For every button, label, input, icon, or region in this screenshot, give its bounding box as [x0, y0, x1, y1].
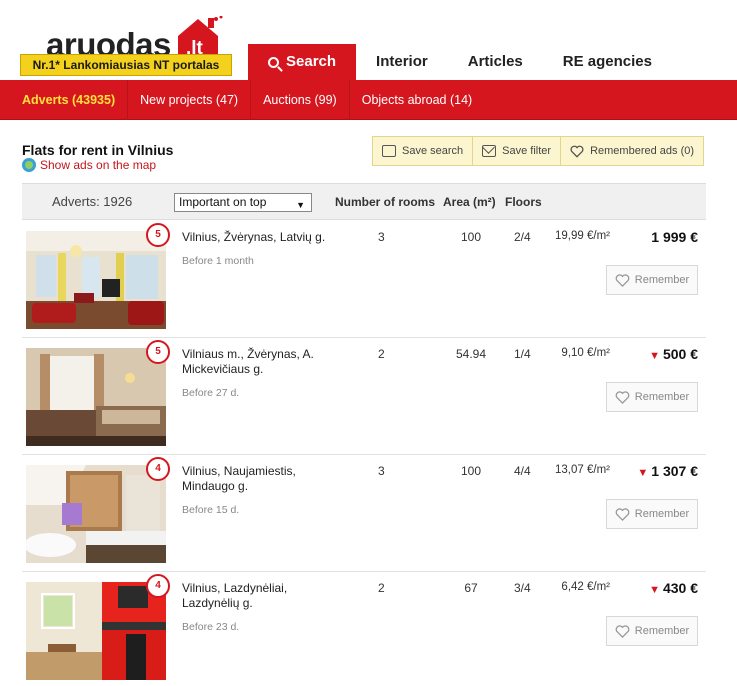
listing-price-value: 1 307 €: [651, 463, 698, 479]
subnav-objects-abroad[interactable]: Objects abroad (14): [350, 80, 484, 120]
nav-re-agencies[interactable]: RE agencies: [543, 44, 672, 80]
listing-price-per-m2: 13,07 €/m²: [555, 464, 610, 476]
listing-age: Before 15 d.: [182, 504, 240, 516]
listing-address[interactable]: Vilnius, Žvėrynas, Latvių g.: [182, 230, 332, 245]
listing-price: ▼ 1 307 €: [637, 463, 698, 479]
globe-icon: [22, 158, 36, 172]
remember-button[interactable]: Remember: [606, 499, 698, 529]
search-tools: Save search Save filter Remembered ads (…: [372, 136, 705, 166]
col-floors-header[interactable]: Floors: [505, 195, 542, 209]
save-filter-label: Save filter: [502, 145, 552, 157]
remember-label: Remember: [634, 391, 690, 403]
nav-articles[interactable]: Articles: [448, 44, 543, 80]
price-down-arrow-icon: ▼: [649, 350, 660, 362]
listing-photo-bedroom[interactable]: [26, 348, 166, 446]
listing-floor: 3/4: [514, 581, 531, 595]
search-icon: [268, 56, 279, 68]
show-map-label: Show ads on the map: [40, 158, 157, 172]
listing-area: 100: [460, 230, 482, 244]
col-rooms-header[interactable]: Number of rooms: [335, 195, 435, 209]
dropdown-arrow-icon: ▼: [296, 200, 305, 210]
listing-price-per-m2: 6,42 €/m²: [561, 581, 610, 593]
listing-floor: 4/4: [514, 464, 531, 478]
remember-label: Remember: [634, 625, 690, 637]
envelope-icon: [482, 145, 497, 157]
remember-button[interactable]: Remember: [606, 265, 698, 295]
listing-rooms: 3: [378, 230, 385, 244]
rating-badge: 5: [146, 340, 170, 364]
nav-interior[interactable]: Interior: [356, 44, 448, 80]
heart-icon: [615, 390, 630, 404]
listing-rooms: 2: [378, 581, 385, 595]
listing-row[interactable]: 4 Vilnius, Naujamiestis, Mindaugo g. Bef…: [22, 455, 706, 572]
listing-age: Before 27 d.: [182, 387, 240, 399]
rating-badge: 4: [146, 457, 170, 481]
save-search-button[interactable]: Save search: [372, 136, 474, 166]
listing-price: ▼ 500 €: [649, 346, 698, 362]
list-header: Adverts: 1926 Important on top ▼ Number …: [22, 183, 706, 220]
listing-address[interactable]: Vilnius, Naujamiestis, Mindaugo g.: [182, 464, 332, 494]
subnav-new-projects[interactable]: New projects (47): [128, 79, 252, 120]
listing-address[interactable]: Vilnius, Lazdynėliai, Lazdynėlių g.: [182, 581, 332, 611]
listing-rooms: 2: [378, 347, 385, 361]
site-logo[interactable]: aruodas .lt Nr.1* Lankomiausias NT porta…: [20, 4, 235, 78]
listing-price-per-m2: 19,99 €/m²: [555, 230, 610, 242]
sort-select[interactable]: Important on top ▼: [174, 193, 312, 212]
listing-price: 1 999 €: [651, 229, 698, 245]
listing-area: 67: [464, 581, 478, 595]
listing-rooms: 3: [378, 464, 385, 478]
listing-age: Before 23 d.: [182, 621, 240, 633]
listing-address[interactable]: Vilniaus m., Žvėrynas, A. Mickevičiaus g…: [182, 347, 332, 377]
remember-button[interactable]: Remember: [606, 382, 698, 412]
listing-floor: 1/4: [514, 347, 531, 361]
price-down-arrow-icon: ▼: [649, 584, 660, 596]
listing-price-value: 500 €: [662, 346, 698, 362]
listing-row[interactable]: 4 Vilnius, Lazdynėliai, Lazdynėlių g. Be…: [22, 572, 706, 686]
remembered-ads-label: Remembered ads (0): [590, 145, 695, 157]
listing-floor: 2/4: [514, 230, 531, 244]
heart-icon: [615, 507, 630, 521]
price-down-arrow-icon: ▼: [637, 467, 649, 479]
heart-icon: [615, 273, 630, 287]
col-area-header[interactable]: Area (m²): [443, 195, 496, 209]
rating-badge: 5: [146, 223, 170, 247]
subnav-auctions[interactable]: Auctions (99): [251, 79, 350, 120]
remembered-ads-button[interactable]: Remembered ads (0): [561, 136, 705, 166]
listing-photo-bathroom[interactable]: [26, 465, 166, 563]
listing-price-per-m2: 9,10 €/m²: [561, 347, 610, 359]
listing-row[interactable]: 5 Vilnius, Žvėrynas, Latvių g. Before 1 …: [22, 221, 706, 338]
nav-search-label: Search: [286, 53, 337, 70]
remember-label: Remember: [634, 508, 690, 520]
rating-badge: 4: [146, 574, 170, 598]
sort-selected-value: Important on top: [179, 195, 267, 209]
subnav-adverts[interactable]: Adverts (43935): [0, 79, 129, 120]
heart-icon: [615, 624, 630, 638]
logo-tagline-banner: Nr.1* Lankomiausias NT portalas: [20, 54, 232, 76]
floppy-icon: [382, 145, 396, 157]
listing-price: ▼ 430 €: [649, 580, 698, 596]
remember-label: Remember: [634, 274, 690, 286]
site-header: aruodas .lt Nr.1* Lankomiausias NT porta…: [0, 0, 737, 80]
heart-icon: [570, 145, 584, 158]
listing-photo-living-room[interactable]: [26, 231, 166, 329]
remember-button[interactable]: Remember: [606, 616, 698, 646]
listing-price-value: 1 999 €: [651, 229, 698, 245]
show-map-link[interactable]: Show ads on the map: [22, 158, 156, 172]
nav-search[interactable]: Search: [248, 44, 357, 80]
listing-photo-kitchen[interactable]: [26, 582, 166, 680]
adverts-count: Adverts: 1926: [52, 194, 133, 209]
page-title: Flats for rent in Vilnius: [22, 142, 174, 158]
sub-nav: Adverts (43935) New projects (47) Auctio…: [0, 79, 737, 120]
logo-tagline: Nr.1* Lankomiausias NT portalas: [32, 58, 220, 72]
listing-age: Before 1 month: [182, 255, 254, 267]
listing-area: 100: [460, 464, 482, 478]
main-nav: Search Interior Articles RE agencies: [248, 44, 672, 80]
save-filter-button[interactable]: Save filter: [473, 136, 562, 166]
save-search-label: Save search: [402, 145, 464, 157]
listing-row[interactable]: 5 Vilniaus m., Žvėrynas, A. Mickevičiaus…: [22, 338, 706, 455]
listing-area: 54.94: [455, 347, 487, 361]
listing-price-value: 430 €: [662, 580, 698, 596]
